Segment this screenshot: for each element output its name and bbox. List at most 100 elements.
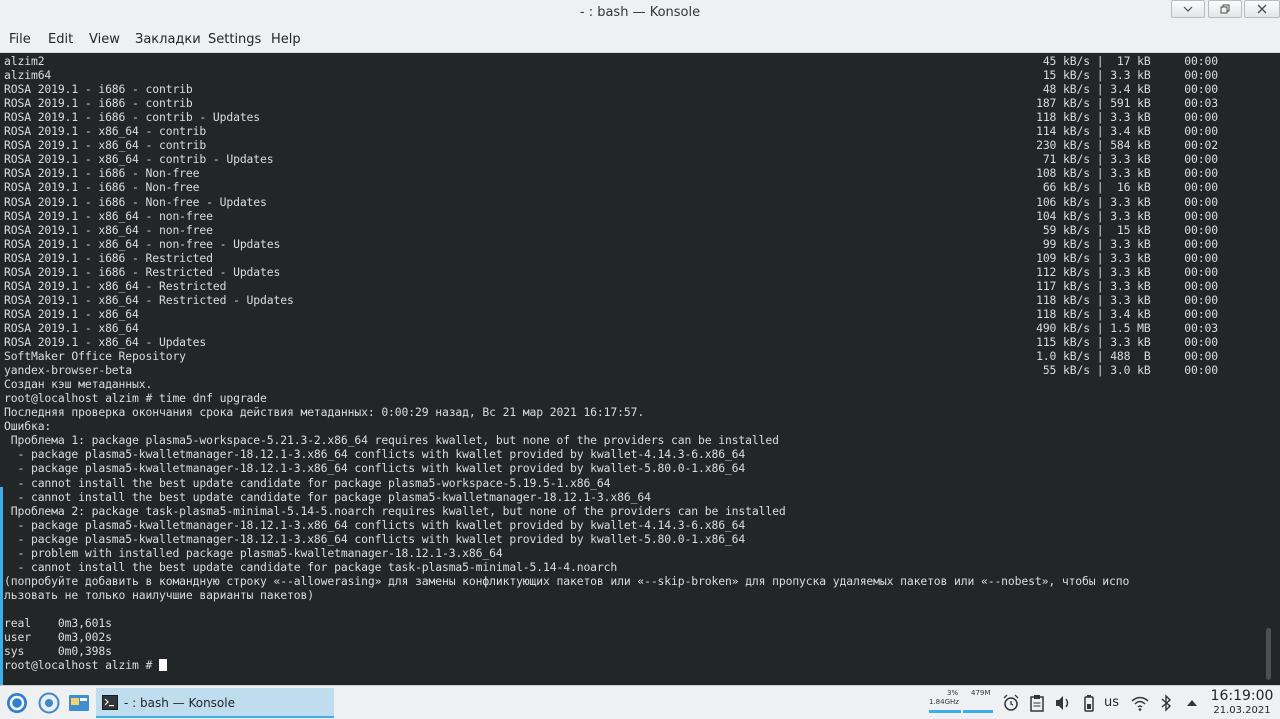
repo-stats: 59 kB/s | 15 kB 00:00 [1042, 222, 1218, 237]
terminal-line-text: - cannot install the best update candida… [4, 475, 611, 490]
repo-name: ROSA 2019.1 - i686 - Non-free - Updates [4, 194, 267, 209]
keyboard-layout[interactable]: us [1104, 695, 1119, 710]
repo-stats: 55 kB/s | 3.0 kB 00:00 [1042, 363, 1218, 378]
menu-edit[interactable]: Edit [48, 32, 73, 47]
repo-name: ROSA 2019.1 - x86_64 - non-free [4, 208, 213, 223]
repo-name: ROSA 2019.1 - x86_64 [4, 306, 139, 321]
repo-name: ROSA 2019.1 - x86_64 - contrib - Updates [4, 152, 274, 167]
terminal-line: - cannot install the best update candida… [4, 560, 617, 574]
terminal-line: - package plasma5-kwalletmanager-18.12.1… [4, 461, 745, 475]
repo-name: ROSA 2019.1 - i686 - Restricted [4, 250, 213, 265]
maximize-button[interactable] [1208, 0, 1242, 18]
terminal-line-text: Создан кэш метаданных. [4, 377, 153, 392]
terminal-line-text: - package plasma5-kwalletmanager-18.12.1… [4, 461, 746, 476]
wifi-icon[interactable] [1131, 694, 1149, 712]
terminal-line-text: - package plasma5-kwalletmanager-18.12.1… [4, 517, 746, 532]
terminal-line-text: root@localhost alzim # [4, 658, 159, 673]
terminal-line-text: Последняя проверка окончания срока дейст… [4, 405, 645, 420]
window-titlebar[interactable]: - : bash — Konsole [0, 0, 1280, 26]
memory-graph [963, 710, 993, 713]
repo-name: alzim64 [4, 68, 52, 83]
repo-stats: 48 kB/s | 3.4 kB 00:00 [1042, 82, 1218, 97]
terminal-line-text: real 0m3,601s [4, 616, 112, 630]
alarm-clock-icon[interactable] [1002, 694, 1020, 712]
repo-stats: 187 kB/s | 591 kB 00:03 [1036, 96, 1218, 111]
menu-file[interactable]: File [9, 32, 31, 47]
app-launcher-icon[interactable] [6, 692, 28, 714]
terminal-line: Последняя проверка окончания срока дейст… [4, 405, 644, 419]
repo-name: ROSA 2019.1 - x86_64 - contrib [4, 124, 207, 139]
terminal-line: - package plasma5-kwalletmanager-18.12.1… [4, 447, 745, 461]
menu-bar: File Edit View Закладки Settings Help [0, 26, 1280, 53]
terminal-cursor [158, 659, 167, 672]
browser-icon[interactable] [38, 692, 60, 714]
window-title: - : bash — Konsole [579, 5, 701, 20]
minimize-icon [1183, 6, 1193, 12]
repo-stats: 118 kB/s | 3.3 kB 00:00 [1036, 292, 1218, 307]
terminal-area[interactable]: alzim2 45 kB/s | 17 kB 00:00 alzim64 15 kB/… [0, 53, 1280, 719]
terminal-line-text: - package plasma5-kwalletmanager-18.12.1… [4, 531, 746, 546]
menu-settings[interactable]: Settings [208, 32, 261, 47]
repo-stats: 109 kB/s | 3.3 kB 00:00 [1036, 250, 1218, 265]
repo-stats: 118 kB/s | 3.3 kB 00:00 [1036, 110, 1218, 125]
terminal-line: real 0m3,601s [4, 616, 112, 630]
file-manager-icon[interactable] [68, 692, 90, 714]
terminal-line: - problem with installed package plasma5… [4, 546, 502, 560]
terminal-line: (попробуйте добавить в командную строку … [4, 574, 1129, 588]
repo-stats: 115 kB/s | 3.3 kB 00:00 [1036, 335, 1218, 349]
repo-stats: 117 kB/s | 3.3 kB 00:00 [1036, 278, 1218, 293]
task-konsole[interactable]: - : bash — Konsole [96, 688, 334, 718]
repo-name: ROSA 2019.1 - x86_64 - Restricted - Upda… [4, 292, 294, 307]
repo-name: ROSA 2019.1 - i686 - Restricted - Update… [4, 264, 281, 279]
repo-name: yandex-browser-beta [4, 363, 133, 378]
repo-stats: 108 kB/s | 3.3 kB 00:00 [1036, 166, 1218, 181]
clock-time[interactable]: 16:19:00 [1208, 688, 1276, 704]
repo-stats: 1.0 kB/s | 488 B 00:00 [1036, 349, 1218, 364]
repo-name: ROSA 2019.1 - i686 - contrib - Updates [4, 110, 261, 125]
repo-stats: 15 kB/s | 3.3 kB 00:00 [1042, 68, 1218, 83]
volume-icon[interactable] [1054, 694, 1072, 712]
repo-name: ROSA 2019.1 - x86_64 - Restricted [4, 278, 227, 293]
repo-name: ROSA 2019.1 - i686 - contrib [4, 82, 193, 97]
cpu-percent: 3% [947, 689, 959, 697]
repo-stats: 118 kB/s | 3.4 kB 00:00 [1036, 306, 1218, 321]
terminal-line-text: Ошибка: [4, 419, 52, 434]
terminal-line: льзовать не только наилучшие варианты па… [4, 588, 314, 602]
terminal-line-text: - package plasma5-kwalletmanager-18.12.1… [4, 447, 746, 462]
close-button[interactable] [1244, 0, 1280, 18]
terminal-line-text: (попробуйте добавить в командную строку … [4, 573, 1130, 588]
cpu-frequency: 1.84GHz [929, 698, 959, 706]
repo-name: ROSA 2019.1 - i686 - Non-free [4, 180, 200, 195]
terminal-line: root@localhost alzim # time dnf upgrade [4, 391, 267, 405]
clock-date[interactable]: 21.03.2021 [1208, 705, 1276, 716]
taskbar: - : bash — Konsole 3% 1.84GHz 479M us 16… [0, 685, 1280, 719]
menu-bookmarks[interactable]: Закладки [135, 32, 201, 47]
repo-name: alzim2 [4, 54, 45, 68]
repo-stats: 230 kB/s | 584 kB 00:02 [1036, 138, 1218, 153]
terminal-scrollbar[interactable] [1266, 628, 1271, 680]
terminal-line-text: root@localhost alzim # time dnf upgrade [4, 391, 267, 406]
menu-view[interactable]: View [89, 32, 120, 47]
close-icon [1257, 4, 1267, 14]
repo-name: ROSA 2019.1 - x86_64 [4, 320, 139, 335]
cpu-graph [929, 710, 961, 713]
terminal-line: - cannot install the best update candida… [4, 489, 651, 504]
repo-stats: 45 kB/s | 17 kB 00:00 [1042, 54, 1218, 68]
repo-stats: 99 kB/s | 3.3 kB 00:00 [1042, 236, 1218, 251]
task-label: - : bash — Konsole [124, 696, 235, 710]
bluetooth-icon[interactable] [1157, 694, 1175, 712]
minimize-button[interactable] [1171, 0, 1205, 18]
battery-icon[interactable] [1080, 694, 1098, 712]
tray-expand-icon[interactable] [1183, 694, 1201, 712]
terminal-line-text: Проблема 1: package plasma5-workspace-5.… [4, 433, 779, 448]
clipboard-icon[interactable] [1028, 694, 1046, 712]
repo-name: SoftMaker Office Repository [4, 349, 186, 364]
terminal-line: root@localhost alzim # [4, 658, 167, 672]
terminal-line-text: - cannot install the best update candida… [4, 559, 618, 574]
restore-icon [1220, 4, 1230, 14]
repo-name: ROSA 2019.1 - x86_64 - contrib [4, 138, 207, 153]
terminal-line-text: - cannot install the best update candida… [4, 489, 651, 504]
terminal-line: user 0m3,002s [4, 630, 112, 644]
repo-name: ROSA 2019.1 - i686 - Non-free [4, 166, 200, 181]
menu-help[interactable]: Help [271, 32, 301, 47]
